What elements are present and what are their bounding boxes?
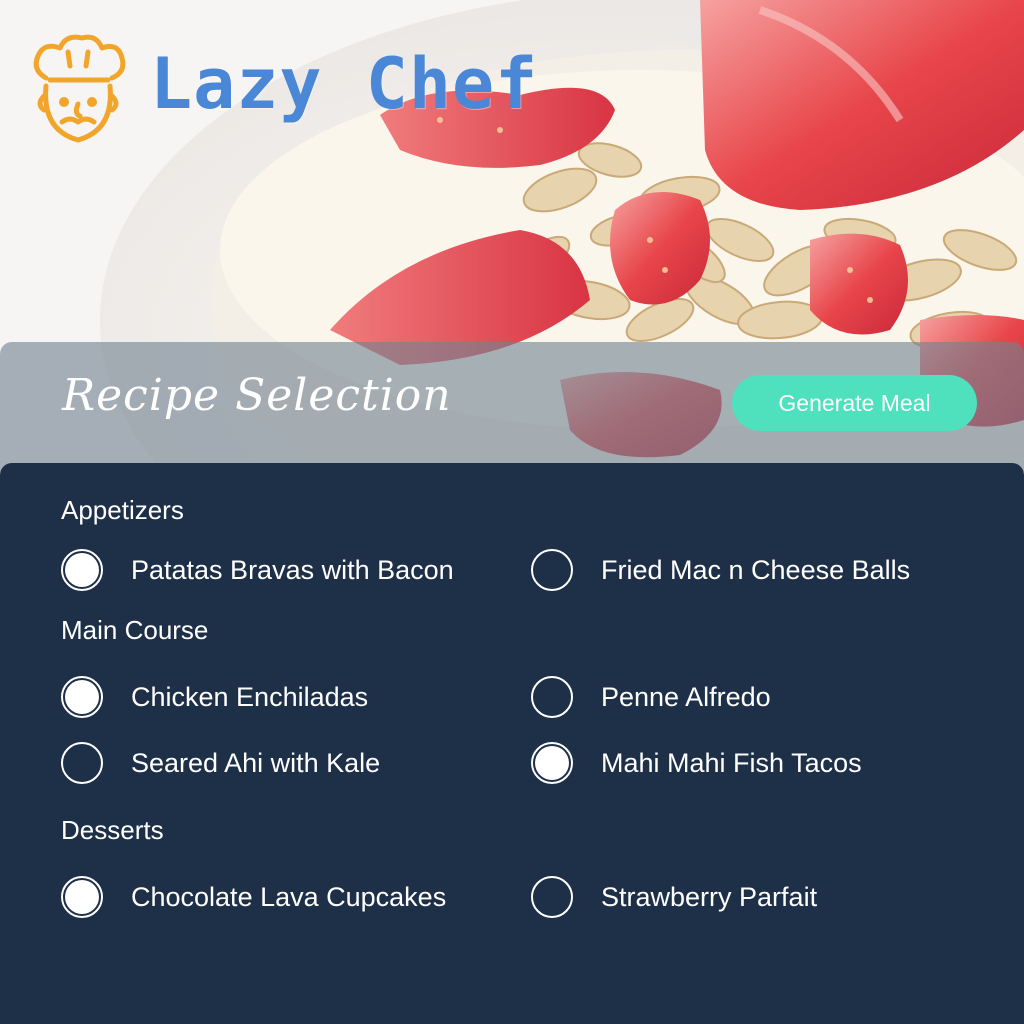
option-label: Penne Alfredo [601, 681, 771, 712]
radio-button[interactable] [61, 876, 103, 918]
chef-face-icon [33, 34, 126, 143]
option-fried-mac-n-cheese-balls[interactable]: Fried Mac n Cheese Balls [531, 549, 910, 591]
option-strawberry-parfait[interactable]: Strawberry Parfait [531, 876, 817, 918]
option-label: Chocolate Lava Cupcakes [131, 881, 447, 912]
generate-meal-button[interactable]: Generate Meal [732, 375, 977, 431]
radio-button[interactable] [61, 549, 103, 591]
radio-button[interactable] [61, 676, 103, 718]
group-label-desserts: Desserts [61, 815, 164, 845]
app-logo[interactable]: Lazy Chef [28, 30, 538, 150]
group-label-appetizers: Appetizers [61, 495, 184, 525]
option-label: Seared Ahi with Kale [131, 747, 381, 778]
option-label: Strawberry Parfait [601, 881, 818, 912]
radio-button[interactable] [531, 742, 573, 784]
option-label: Mahi Mahi Fish Tacos [601, 747, 862, 778]
option-chocolate-lava-cupcakes[interactable]: Chocolate Lava Cupcakes [61, 876, 446, 918]
option-patatas-bravas[interactable]: Patatas Bravas with Bacon [61, 549, 454, 591]
option-seared-ahi-with-kale[interactable]: Seared Ahi with Kale [61, 742, 380, 784]
radio-button[interactable] [531, 876, 573, 918]
radio-button[interactable] [531, 676, 573, 718]
group-label-main-course: Main Course [61, 615, 209, 645]
app-name: Lazy Chef [150, 43, 539, 125]
page-title: Recipe Selection [62, 370, 452, 421]
option-label: Patatas Bravas with Bacon [131, 554, 454, 585]
option-label: Chicken Enchiladas [131, 681, 369, 712]
option-mahi-mahi-fish-tacos[interactable]: Mahi Mahi Fish Tacos [531, 742, 862, 784]
option-chicken-enchiladas[interactable]: Chicken Enchiladas [61, 676, 368, 718]
radio-button[interactable] [61, 742, 103, 784]
option-label: Fried Mac n Cheese Balls [601, 554, 911, 585]
radio-button[interactable] [531, 549, 573, 591]
option-penne-alfredo[interactable]: Penne Alfredo [531, 676, 771, 718]
